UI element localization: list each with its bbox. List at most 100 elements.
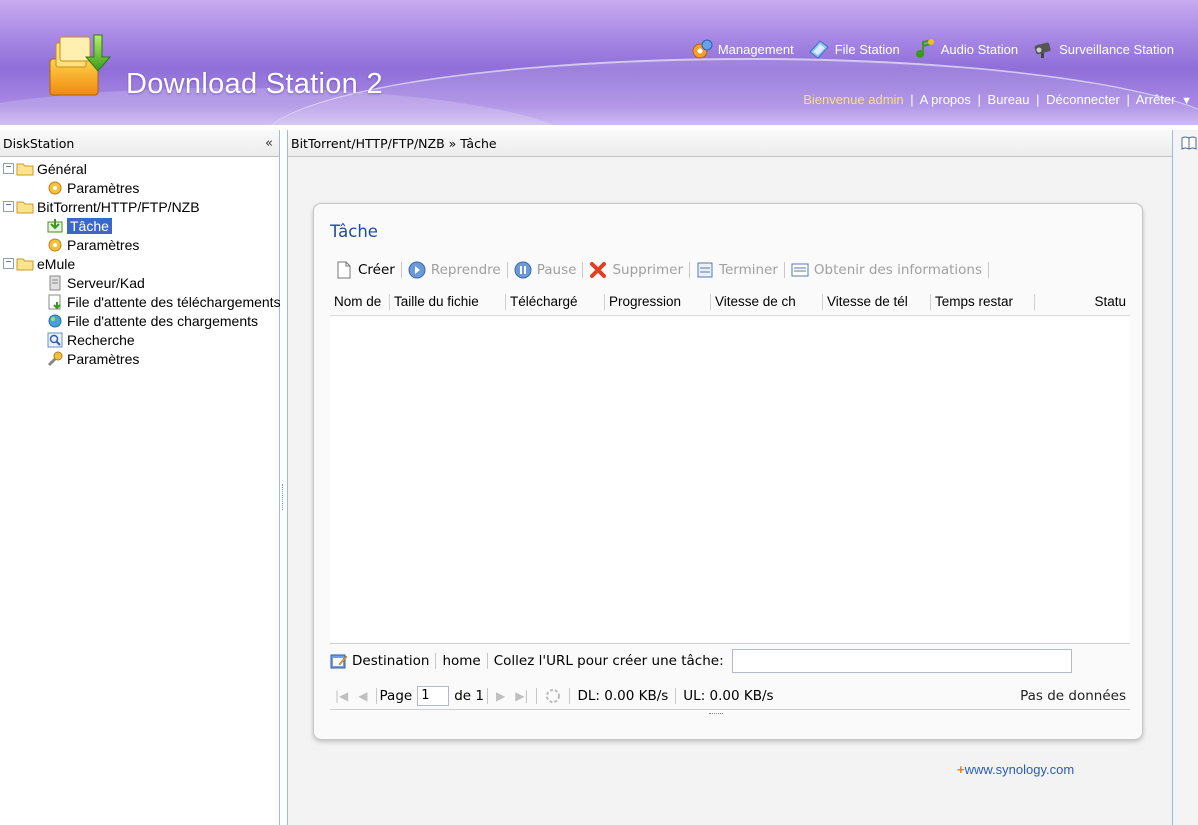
download-station-logo-icon — [49, 34, 112, 96]
separator: | — [910, 92, 914, 107]
tree-node-label: Paramètres — [67, 179, 140, 196]
column-header-status[interactable]: Statu — [1035, 294, 1130, 310]
task-toolbar: Créer Reprendre Pause Supprimer Terminer… — [330, 256, 1130, 284]
wrench-settings-icon — [47, 351, 63, 366]
navigation-panel-header: DiskStation « — [0, 130, 279, 157]
pagination-bar: |◀ ◀ Page de 1 ▶ ▶| DL: 0.00 KB/s UL: 0.… — [330, 682, 1130, 710]
tree-toggle-icon[interactable]: − — [3, 163, 14, 174]
tree-node-server-kad[interactable]: Serveur/Kad — [0, 273, 279, 292]
tree-node-label-selected: Tâche — [67, 217, 112, 234]
synology-link-text: www.synology.com — [964, 762, 1075, 777]
url-input[interactable] — [731, 649, 1072, 673]
separator: | — [1036, 92, 1040, 107]
search-icon — [47, 332, 63, 347]
nav-surveillance-station-label: Surveillance Station — [1059, 41, 1174, 57]
shutdown-link[interactable]: Arrêter — [1136, 92, 1176, 107]
file-station-icon — [808, 40, 829, 59]
task-download-icon — [47, 218, 63, 232]
first-page-icon[interactable]: |◀ — [330, 689, 353, 703]
resume-button[interactable]: Reprendre — [403, 261, 506, 279]
toolbar-separator — [506, 262, 508, 278]
finish-button[interactable]: Terminer — [691, 261, 783, 279]
tree-toggle-icon[interactable]: − — [3, 201, 14, 212]
pause-button-label: Pause — [536, 262, 577, 278]
app-header: Download Station 2 Management File Stati… — [0, 0, 1198, 125]
nav-management[interactable]: Management — [691, 38, 794, 60]
column-header-progress[interactable]: Progression — [605, 293, 711, 310]
tree-node-emule-settings[interactable]: Paramètres — [0, 349, 279, 368]
get-info-button-label: Obtenir des informations — [813, 262, 983, 278]
desktop-link[interactable]: Bureau — [988, 92, 1030, 107]
user-links: Bienvenue admin | A propos | Bureau | Dé… — [803, 92, 1192, 107]
tree-node-bittorrent[interactable]: − BitTorrent/HTTP/FTP/NZB — [0, 197, 279, 216]
task-grid-body[interactable] — [330, 317, 1130, 644]
pause-button[interactable]: Pause — [509, 261, 582, 279]
delete-x-icon — [590, 262, 607, 278]
column-header-upload-speed[interactable]: Vitesse de ch — [711, 293, 823, 310]
folder-icon — [16, 258, 34, 270]
tree-node-upload-queue[interactable]: File d'attente des chargements — [0, 311, 279, 330]
settings-gear-icon — [48, 238, 62, 251]
destination-label[interactable]: Destination — [352, 653, 435, 669]
tree-node-emule[interactable]: − eMule — [0, 254, 279, 273]
download-speed-text: DL: 0.00 KB/s — [577, 687, 669, 704]
panel-resize-grip[interactable] — [709, 713, 723, 716]
no-data-text: Pas de données — [1020, 687, 1126, 704]
tree-node-download-queue[interactable]: File d'attente des téléchargements — [0, 292, 281, 311]
tree-node-bittorrent-settings[interactable]: Paramètres — [0, 235, 279, 254]
panel-splitter-handle[interactable] — [282, 484, 285, 510]
separator — [536, 687, 538, 704]
panel-title: Tâche — [330, 222, 378, 241]
app-switcher: Management File Station Audio Station Su… — [691, 38, 1174, 60]
separator — [569, 687, 571, 704]
previous-page-icon[interactable]: ◀ — [353, 689, 372, 703]
about-link[interactable]: A propos — [920, 92, 971, 107]
new-document-icon — [337, 261, 351, 279]
delete-button[interactable]: Supprimer — [584, 261, 688, 279]
nav-audio-station[interactable]: Audio Station — [914, 38, 1018, 60]
separator — [486, 687, 488, 704]
page-count-label: de 1 — [454, 687, 484, 704]
column-header-download-speed[interactable]: Vitesse de tél — [823, 293, 931, 310]
destination-edit-icon — [330, 654, 348, 669]
last-page-icon[interactable]: ▶| — [510, 689, 533, 703]
tree-node-label: Recherche — [67, 331, 135, 348]
nav-file-station[interactable]: File Station — [808, 38, 900, 60]
collapse-panel-button[interactable]: « — [265, 136, 273, 151]
tree-node-search[interactable]: Recherche — [0, 330, 279, 349]
next-page-icon[interactable]: ▶ — [491, 689, 510, 703]
destination-value: home — [442, 653, 481, 669]
upload-speed-text: UL: 0.00 KB/s — [683, 687, 774, 704]
create-button[interactable]: Créer — [330, 261, 400, 279]
tree-node-label: Serveur/Kad — [67, 274, 145, 291]
get-info-button[interactable]: Obtenir des informations — [786, 261, 987, 279]
destination-bar: Destination home Collez l'URL pour créer… — [330, 645, 1130, 677]
tree-toggle-icon[interactable]: − — [3, 258, 14, 269]
tree-node-task[interactable]: Tâche — [0, 216, 279, 235]
synology-website-link[interactable]: +www.synology.com — [957, 762, 1074, 777]
tree-node-label: File d'attente des téléchargements — [67, 293, 281, 310]
column-header-size[interactable]: Taille du fichie — [390, 293, 506, 310]
nav-audio-station-label: Audio Station — [940, 41, 1019, 57]
help-book-icon[interactable] — [1181, 136, 1197, 150]
breadcrumb-text: BitTorrent/HTTP/FTP/NZB » Tâche — [291, 135, 497, 151]
toolbar-separator — [400, 262, 402, 278]
tree-node-general-settings[interactable]: Paramètres — [0, 178, 279, 197]
delete-button-label: Supprimer — [612, 262, 684, 278]
shutdown-dropdown-icon[interactable]: ▼ — [1181, 95, 1192, 107]
folder-icon — [16, 163, 34, 175]
logout-link[interactable]: Déconnecter — [1046, 92, 1120, 107]
navigation-panel-title: DiskStation — [3, 135, 75, 151]
column-header-downloaded[interactable]: Téléchargé — [506, 293, 605, 310]
column-header-name[interactable]: Nom de — [330, 293, 390, 310]
nav-surveillance-station[interactable]: Surveillance Station — [1032, 38, 1174, 60]
nav-file-station-label: File Station — [834, 41, 900, 57]
paste-url-label: Collez l'URL pour créer une tâche: — [493, 653, 724, 669]
download-queue-icon — [48, 294, 61, 309]
info-list-icon — [791, 263, 809, 277]
column-header-time-left[interactable]: Temps restar — [931, 293, 1035, 310]
upload-queue-icon — [48, 314, 62, 327]
tree-node-general[interactable]: − Général — [0, 159, 279, 178]
refresh-icon[interactable] — [545, 688, 561, 704]
page-number-input[interactable] — [417, 685, 450, 706]
